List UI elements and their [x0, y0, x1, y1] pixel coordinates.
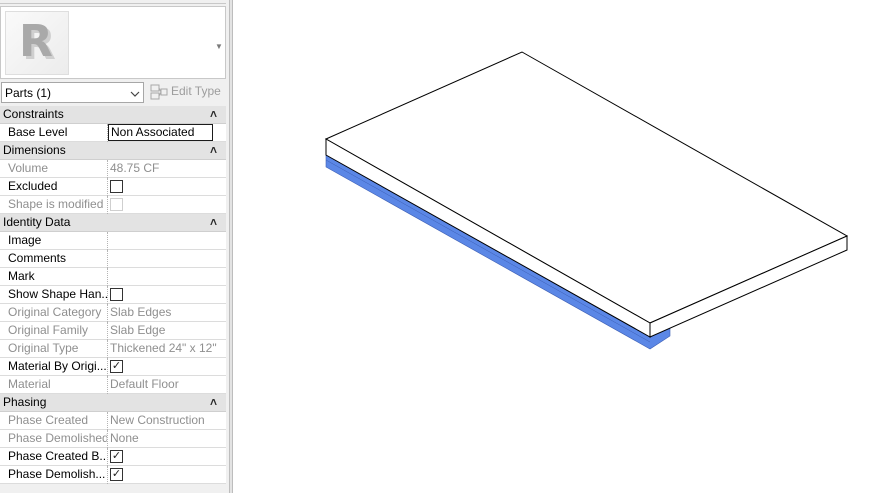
edit-type-label: Edit Type [171, 84, 221, 98]
property-name: Comments [0, 250, 108, 268]
element-filter-dropdown[interactable]: Parts (1) [1, 82, 144, 103]
phase-created-by-original-checkbox[interactable]: ✓ [110, 450, 123, 463]
volume-value: 48.75 CF [110, 161, 160, 175]
3d-viewport[interactable] [233, 0, 880, 493]
property-row-image[interactable]: Image [0, 232, 226, 250]
property-name: Mark [0, 268, 108, 286]
property-row-base-level[interactable]: Base Level Non Associated [0, 124, 226, 142]
edit-type-button[interactable]: Edit Type [149, 82, 225, 103]
excluded-checkbox[interactable] [110, 180, 123, 193]
property-row-phase-created-by-original[interactable]: Phase Created B... ✓ [0, 448, 226, 466]
group-label: Constraints [3, 107, 64, 121]
property-row-comments[interactable]: Comments [0, 250, 226, 268]
comments-value[interactable] [108, 250, 226, 268]
property-row-shape-is-modified: Shape is modified [0, 196, 226, 214]
collapse-icon[interactable]: ˄ [210, 214, 217, 231]
group-phasing[interactable]: Phasing ˄ [0, 394, 226, 412]
property-name: Phase Created [0, 412, 108, 430]
property-name: Volume [0, 160, 108, 178]
property-name: Material By Origi... [0, 358, 108, 376]
property-name: Image [0, 232, 108, 250]
property-row-mark[interactable]: Mark [0, 268, 226, 286]
collapse-icon[interactable]: ˄ [210, 394, 217, 411]
element-filter-value: Parts (1) [5, 86, 52, 100]
collapse-icon[interactable]: ˄ [210, 142, 217, 159]
group-label: Identity Data [3, 215, 71, 229]
original-category-value: Slab Edges [110, 305, 172, 319]
property-row-volume: Volume 48.75 CF [0, 160, 226, 178]
property-name: Show Shape Han... [0, 286, 108, 304]
group-identity-data[interactable]: Identity Data ˄ [0, 214, 226, 232]
phase-demolished-value: None [110, 431, 139, 445]
property-row-material: Material Default Floor [0, 376, 226, 394]
phase-demolished-by-original-checkbox[interactable]: ✓ [110, 468, 123, 481]
property-name: Original Family [0, 322, 108, 340]
group-label: Dimensions [3, 143, 66, 157]
phase-created-value: New Construction [110, 413, 205, 427]
properties-grid: Constraints ˄ Base Level Non Associated … [0, 106, 226, 484]
property-name: Base Level [0, 124, 108, 142]
revit-logo-icon: R [19, 16, 53, 67]
original-type-value: Thickened 24" x 12" [110, 341, 217, 355]
property-name: Excluded [0, 178, 108, 196]
property-row-material-by-original[interactable]: Material By Origi... ✓ [0, 358, 226, 376]
property-name: Phase Demolished [0, 430, 108, 448]
group-dimensions[interactable]: Dimensions ˄ [0, 142, 226, 160]
group-label: Phasing [3, 395, 47, 409]
property-name: Phase Created B... [0, 448, 108, 466]
property-name: Original Type [0, 340, 108, 358]
show-shape-handles-checkbox[interactable] [110, 288, 123, 301]
property-row-excluded[interactable]: Excluded [0, 178, 226, 196]
material-by-original-checkbox[interactable]: ✓ [110, 360, 123, 373]
property-name: Material [0, 376, 108, 394]
chevron-down-icon [130, 91, 140, 97]
property-row-original-family: Original Family Slab Edge [0, 322, 226, 340]
property-row-original-category: Original Category Slab Edges [0, 304, 226, 322]
property-name: Original Category [0, 304, 108, 322]
material-value: Default Floor [110, 377, 179, 391]
property-name: Phase Demolish... [0, 466, 108, 484]
type-selector-dropdown-icon[interactable]: ▼ [215, 42, 223, 51]
property-row-phase-created: Phase Created New Construction [0, 412, 226, 430]
shape-modified-checkbox [110, 198, 123, 211]
base-level-field[interactable]: Non Associated [108, 124, 213, 141]
revit-type-thumbnail: R [5, 11, 69, 75]
image-value[interactable] [108, 232, 226, 250]
type-selector[interactable]: R ▼ [0, 6, 226, 79]
slab-model [324, 51, 849, 350]
properties-palette: R ▼ Parts (1) Edit Type Constraints ˄ Ba… [0, 0, 233, 493]
property-row-show-shape-handles[interactable]: Show Shape Han... [0, 286, 226, 304]
property-row-original-type: Original Type Thickened 24" x 12" [0, 340, 226, 358]
property-row-phase-demolished-by-original[interactable]: Phase Demolish... ✓ [0, 466, 226, 484]
collapse-icon[interactable]: ˄ [210, 106, 217, 123]
properties-title-bar [0, 0, 226, 4]
property-name: Shape is modified [0, 196, 108, 214]
property-row-phase-demolished: Phase Demolished None [0, 430, 226, 448]
edit-type-icon [150, 84, 168, 100]
original-family-value: Slab Edge [110, 323, 166, 337]
mark-value[interactable] [108, 268, 226, 286]
group-constraints[interactable]: Constraints ˄ [0, 106, 226, 124]
